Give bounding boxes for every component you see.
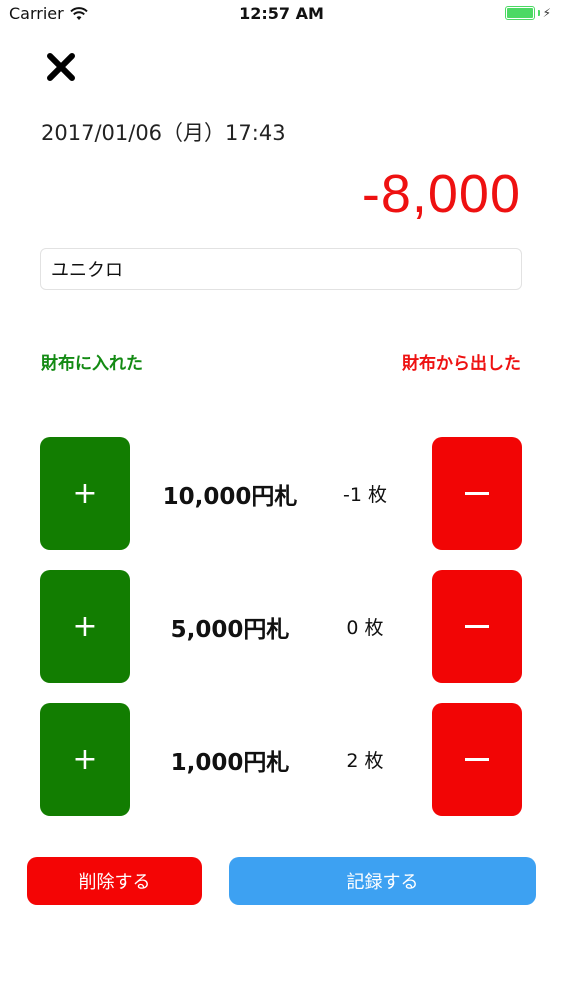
minus-button-10000[interactable]	[432, 437, 522, 550]
status-time: 12:57 AM	[239, 4, 324, 23]
plus-button-5000[interactable]: +	[40, 570, 130, 683]
battery-icon	[504, 6, 535, 20]
status-bar: Carrier 12:57 AM ⚡	[0, 0, 563, 30]
minus-icon	[465, 625, 489, 628]
screen: Carrier 12:57 AM ⚡ 2017/01/06（月）17:43 -8…	[0, 0, 563, 1000]
minus-button-5000[interactable]	[432, 570, 522, 683]
close-button[interactable]	[44, 50, 78, 84]
bill-row-5000: + 5,000円札 0 枚	[40, 570, 522, 683]
bill-row-1000: + 1,000円札 2 枚	[40, 703, 522, 816]
plus-icon: +	[72, 742, 98, 777]
delete-button[interactable]: 削除する	[27, 857, 202, 905]
bill-count: 0 枚	[346, 617, 384, 639]
bill-row-10000: + 10,000円札 -1 枚	[40, 437, 522, 550]
plus-icon: +	[72, 609, 98, 644]
close-icon	[47, 53, 75, 81]
total-amount: -8,000	[361, 164, 521, 224]
bill-label: 5,000円札	[170, 616, 290, 643]
battery: ⚡	[504, 6, 551, 20]
bill-label: 10,000円札	[162, 483, 298, 510]
memo-input[interactable]	[40, 248, 522, 290]
record-button[interactable]: 記録する	[229, 857, 536, 905]
minus-icon	[465, 758, 489, 761]
plus-button-1000[interactable]: +	[40, 703, 130, 816]
plus-button-10000[interactable]: +	[40, 437, 130, 550]
label-taken-from-wallet: 財布から出した	[402, 354, 521, 374]
bill-count: -1 枚	[343, 484, 387, 506]
minus-icon	[465, 492, 489, 495]
label-put-in-wallet: 財布に入れた	[41, 354, 143, 374]
minus-button-1000[interactable]	[432, 703, 522, 816]
charging-bolt-icon: ⚡	[542, 6, 551, 20]
plus-icon: +	[72, 476, 98, 511]
entry-datetime: 2017/01/06（月）17:43	[41, 121, 286, 145]
bill-label: 1,000円札	[170, 749, 290, 776]
bill-count: 2 枚	[346, 750, 384, 772]
